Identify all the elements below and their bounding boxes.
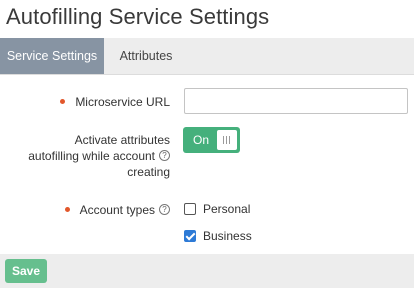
required-indicator <box>64 207 70 213</box>
activate-autofilling-label: Activate attributes autofilling while ac… <box>28 132 170 180</box>
activate-label-line-1: Activate attributes <box>74 133 170 147</box>
microservice-url-label: Microservice URL <box>60 94 170 110</box>
account-types-label-text: Account types <box>79 203 155 217</box>
activate-label-line-3: creating <box>127 165 170 179</box>
business-label: Business <box>203 229 252 243</box>
tab-attributes[interactable]: Attributes <box>104 38 188 74</box>
activate-autofilling-toggle[interactable]: On <box>183 127 240 153</box>
activate-label-line-2-wrap: autofilling while account? <box>28 148 170 164</box>
tab-bar: Service Settings Attributes <box>0 38 414 75</box>
help-icon[interactable]: ? <box>159 204 170 216</box>
business-checkbox[interactable] <box>184 230 196 242</box>
grip-lines-icon <box>217 130 237 150</box>
personal-checkbox[interactable] <box>184 203 196 215</box>
account-types-label: Account types? <box>64 202 170 218</box>
help-icon[interactable]: ? <box>159 150 170 162</box>
footer-bar: Save <box>0 254 414 288</box>
microservice-url-input[interactable] <box>184 88 408 114</box>
activate-label-line-2: autofilling while account <box>28 149 155 163</box>
microservice-url-label-text: Microservice URL <box>75 95 170 109</box>
page-title: Autofilling Service Settings <box>6 4 270 29</box>
required-indicator <box>60 99 66 105</box>
toggle-state-label: On <box>193 133 210 147</box>
tab-service-settings[interactable]: Service Settings <box>0 38 104 74</box>
save-button[interactable]: Save <box>5 259 47 283</box>
personal-label: Personal <box>203 202 251 216</box>
